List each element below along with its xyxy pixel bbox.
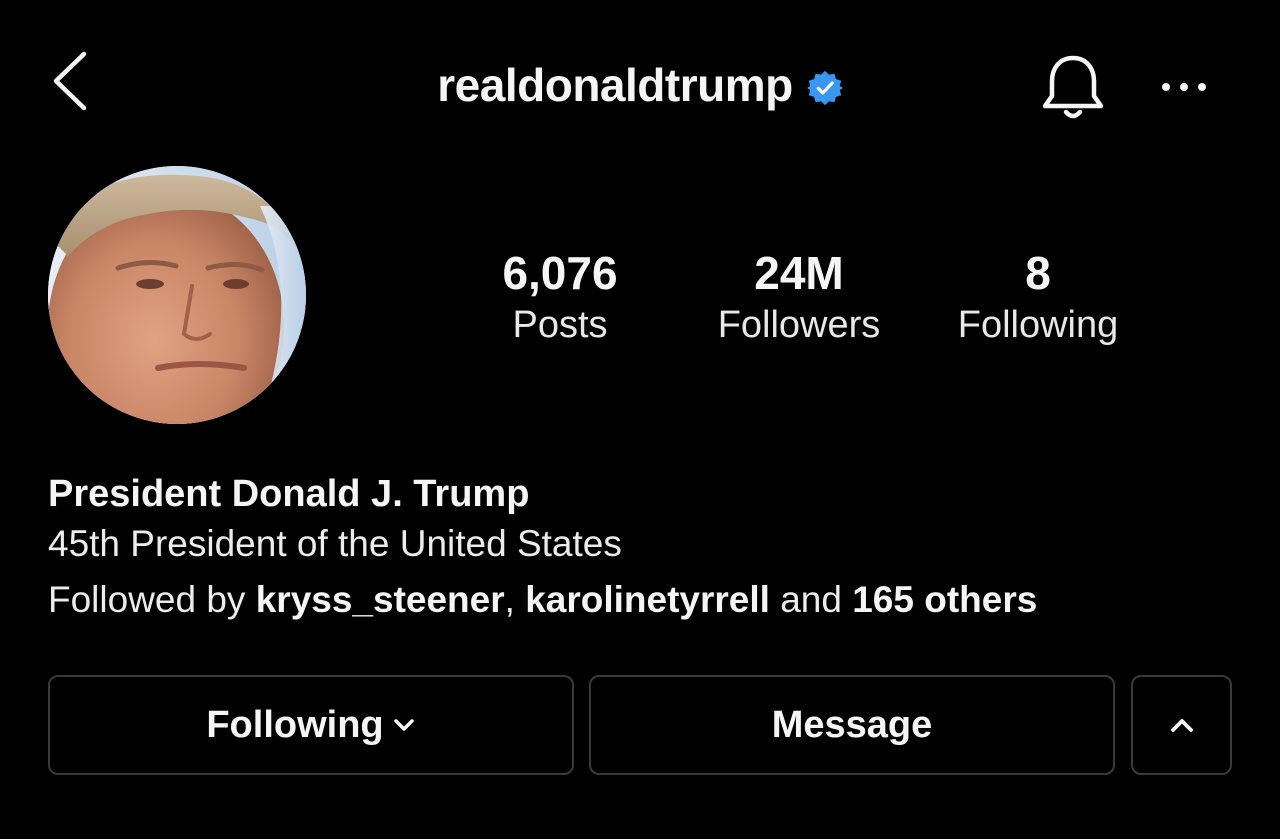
message-button[interactable]: Message [589,675,1115,775]
profile-page: realdonaldtrump 6,076 Posts 24M Follower… [0,0,1280,839]
profile-description: 45th President of the United States [48,523,622,564]
followers-label: Followers [717,304,881,346]
suggested-accounts-toggle-button[interactable] [1131,675,1232,775]
following-count: 8 [1025,247,1051,299]
followed-by-others-link[interactable]: 165 others [852,579,1037,620]
chevron-down-icon [393,719,414,731]
more-options-button[interactable] [1156,72,1212,102]
profile-display-name: President Donald J. Trump [48,473,530,515]
followed-by-prefix: Followed by [48,579,256,620]
more-horizontal-icon [1162,83,1206,91]
followed-by-user-link[interactable]: kryss_steener [256,579,505,620]
followed-by-line: Followed by kryss_steener, karolinetyrre… [48,572,1248,628]
profile-avatar[interactable] [48,166,306,424]
profile-bio: President Donald J. Trump 45th President… [48,472,1248,628]
stat-following[interactable]: 8 Following [935,246,1141,350]
notifications-button[interactable] [1038,52,1108,124]
profile-photo [48,166,306,424]
following-button-label: Following [206,703,384,746]
following-button[interactable]: Following [48,675,574,775]
chevron-up-icon [1170,719,1193,732]
stat-posts[interactable]: 6,076 Posts [470,246,650,350]
followed-by-and: and [769,579,853,620]
following-label: Following [957,304,1119,346]
message-button-label: Message [771,703,933,746]
stat-followers[interactable]: 24M Followers [694,246,904,350]
followers-count: 24M [754,247,844,299]
posts-label: Posts [512,304,608,346]
verified-badge-icon [806,70,843,106]
followed-by-separator: , [504,579,526,620]
bell-icon [1042,55,1104,119]
profile-username: realdonaldtrump [437,59,793,111]
followed-by-user-link[interactable]: karolinetyrrell [525,579,770,620]
posts-count: 6,076 [502,247,618,299]
